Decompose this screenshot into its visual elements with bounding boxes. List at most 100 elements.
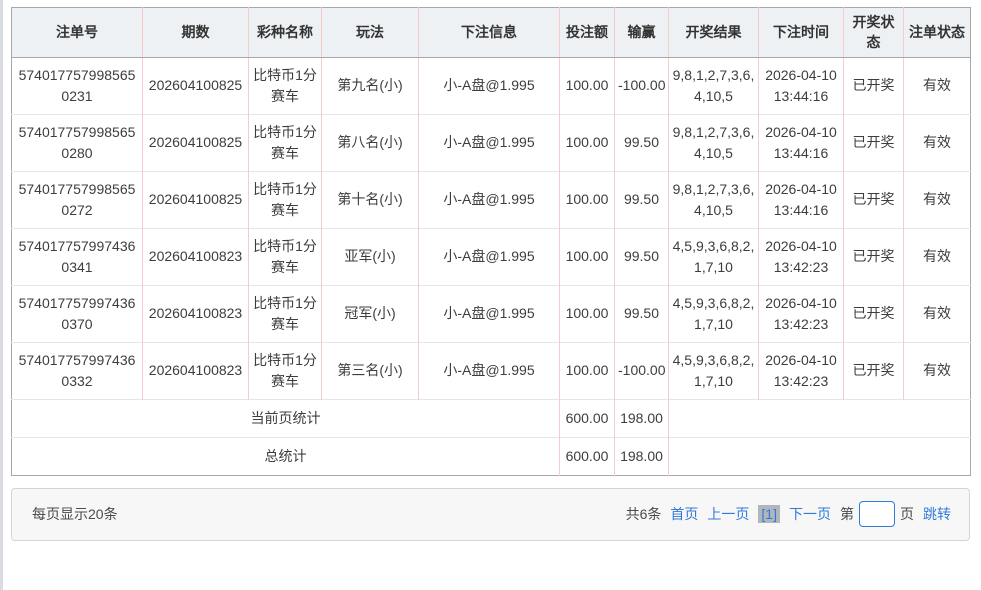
cell-play: 第九名(小): [322, 57, 419, 114]
cell-order-status: 有效: [904, 285, 971, 342]
cell-lottery: 比特币1分赛车: [249, 285, 322, 342]
pagination-bar: 每页显示20条 共6条 首页 上一页 [1] 下一页 第 页 跳转: [11, 488, 970, 541]
cell-result: 9,8,1,2,7,3,6,4,10,5: [669, 57, 759, 114]
page-jump-input[interactable]: [859, 501, 895, 527]
total-summary-label: 总统计: [12, 437, 560, 475]
page-summary-amount: 600.00: [560, 399, 615, 437]
cell-lottery: 比特币1分赛车: [249, 57, 322, 114]
cell-bet-time: 2026-04-10 13:42:23: [759, 342, 844, 399]
cell-result: 9,8,1,2,7,3,6,4,10,5: [669, 171, 759, 228]
cell-win-loss: 99.50: [615, 114, 669, 171]
cell-result: 4,5,9,3,6,8,2,1,7,10: [669, 228, 759, 285]
cell-bet-info: 小-A盘@1.995: [419, 171, 560, 228]
page-summary-empty: [669, 399, 971, 437]
jump-button[interactable]: 跳转: [923, 504, 951, 524]
cell-order-id: 5740177579974360370: [12, 285, 143, 342]
page-summary-row: 当前页统计 600.00 198.00: [12, 399, 971, 437]
cell-lottery: 比特币1分赛车: [249, 114, 322, 171]
cell-draw-status: 已开奖: [844, 285, 904, 342]
cell-bet-info: 小-A盘@1.995: [419, 285, 560, 342]
col-header-win-loss: 输赢: [615, 8, 669, 58]
prev-page-link[interactable]: 上一页: [707, 504, 749, 524]
cell-win-loss: 99.50: [615, 285, 669, 342]
cell-play: 第八名(小): [322, 114, 419, 171]
cell-amount: 100.00: [560, 285, 615, 342]
col-header-bet-time: 下注时间: [759, 8, 844, 58]
cell-draw-status: 已开奖: [844, 228, 904, 285]
page-summary-win-loss: 198.00: [615, 399, 669, 437]
total-count-label: 共6条: [626, 504, 662, 524]
col-header-amount: 投注额: [560, 8, 615, 58]
cell-bet-info: 小-A盘@1.995: [419, 57, 560, 114]
table-row: 5740177579985650272 202604100825 比特币1分赛车…: [12, 171, 971, 228]
cell-amount: 100.00: [560, 57, 615, 114]
jump-suffix-label: 页: [900, 504, 914, 524]
cell-bet-time: 2026-04-10 13:44:16: [759, 171, 844, 228]
table-row: 5740177579974360341 202604100823 比特币1分赛车…: [12, 228, 971, 285]
page-jump-group: 第 页: [840, 501, 914, 527]
current-page-indicator[interactable]: [1]: [758, 505, 780, 523]
cell-result: 4,5,9,3,6,8,2,1,7,10: [669, 285, 759, 342]
cell-play: 亚军(小): [322, 228, 419, 285]
cell-lottery: 比特币1分赛车: [249, 171, 322, 228]
cell-amount: 100.00: [560, 228, 615, 285]
cell-order-status: 有效: [904, 171, 971, 228]
table-row: 5740177579985650231 202604100825 比特币1分赛车…: [12, 57, 971, 114]
cell-draw-status: 已开奖: [844, 342, 904, 399]
cell-win-loss: 99.50: [615, 228, 669, 285]
table-row: 5740177579974360370 202604100823 比特币1分赛车…: [12, 285, 971, 342]
jump-prefix-label: 第: [840, 504, 854, 524]
total-summary-win-loss: 198.00: [615, 437, 669, 475]
cell-win-loss: 99.50: [615, 171, 669, 228]
col-header-period: 期数: [143, 8, 249, 58]
total-summary-row: 总统计 600.00 198.00: [12, 437, 971, 475]
col-header-lottery: 彩种名称: [249, 8, 322, 58]
cell-order-id: 5740177579985650272: [12, 171, 143, 228]
total-summary-amount: 600.00: [560, 437, 615, 475]
cell-draw-status: 已开奖: [844, 114, 904, 171]
cell-order-status: 有效: [904, 228, 971, 285]
bet-records-table: 注单号 期数 彩种名称 玩法 下注信息 投注额 输赢 开奖结果 下注时间 开奖状…: [11, 7, 971, 476]
col-header-order-id: 注单号: [12, 8, 143, 58]
cell-amount: 100.00: [560, 342, 615, 399]
pager-controls: 共6条 首页 上一页 [1] 下一页 第 页 跳转: [626, 501, 951, 527]
cell-period: 202604100823: [143, 285, 249, 342]
col-header-result: 开奖结果: [669, 8, 759, 58]
cell-bet-time: 2026-04-10 13:44:16: [759, 114, 844, 171]
cell-order-id: 5740177579974360341: [12, 228, 143, 285]
col-header-draw-status: 开奖状态: [844, 8, 904, 58]
cell-play: 冠军(小): [322, 285, 419, 342]
cell-amount: 100.00: [560, 114, 615, 171]
cell-order-id: 5740177579985650280: [12, 114, 143, 171]
cell-period: 202604100825: [143, 171, 249, 228]
cell-bet-time: 2026-04-10 13:42:23: [759, 285, 844, 342]
cell-period: 202604100825: [143, 114, 249, 171]
cell-result: 9,8,1,2,7,3,6,4,10,5: [669, 114, 759, 171]
total-summary-empty: [669, 437, 971, 475]
cell-period: 202604100823: [143, 228, 249, 285]
next-page-link[interactable]: 下一页: [789, 504, 831, 524]
cell-order-status: 有效: [904, 114, 971, 171]
cell-amount: 100.00: [560, 171, 615, 228]
cell-period: 202604100823: [143, 342, 249, 399]
page-summary-label: 当前页统计: [12, 399, 560, 437]
cell-play: 第三名(小): [322, 342, 419, 399]
cell-result: 4,5,9,3,6,8,2,1,7,10: [669, 342, 759, 399]
cell-lottery: 比特币1分赛车: [249, 342, 322, 399]
cell-play: 第十名(小): [322, 171, 419, 228]
per-page-label: 每页显示20条: [32, 504, 118, 524]
cell-period: 202604100825: [143, 57, 249, 114]
cell-bet-info: 小-A盘@1.995: [419, 228, 560, 285]
first-page-link[interactable]: 首页: [670, 504, 698, 524]
table-row: 5740177579974360332 202604100823 比特币1分赛车…: [12, 342, 971, 399]
col-header-play: 玩法: [322, 8, 419, 58]
cell-order-id: 5740177579985650231: [12, 57, 143, 114]
cell-bet-info: 小-A盘@1.995: [419, 114, 560, 171]
cell-win-loss: -100.00: [615, 57, 669, 114]
cell-lottery: 比特币1分赛车: [249, 228, 322, 285]
cell-bet-info: 小-A盘@1.995: [419, 342, 560, 399]
cell-bet-time: 2026-04-10 13:44:16: [759, 57, 844, 114]
bet-records-page: 注单号 期数 彩种名称 玩法 下注信息 投注额 输赢 开奖结果 下注时间 开奖状…: [0, 0, 981, 590]
col-header-order-status: 注单状态: [904, 8, 971, 58]
cell-order-status: 有效: [904, 342, 971, 399]
